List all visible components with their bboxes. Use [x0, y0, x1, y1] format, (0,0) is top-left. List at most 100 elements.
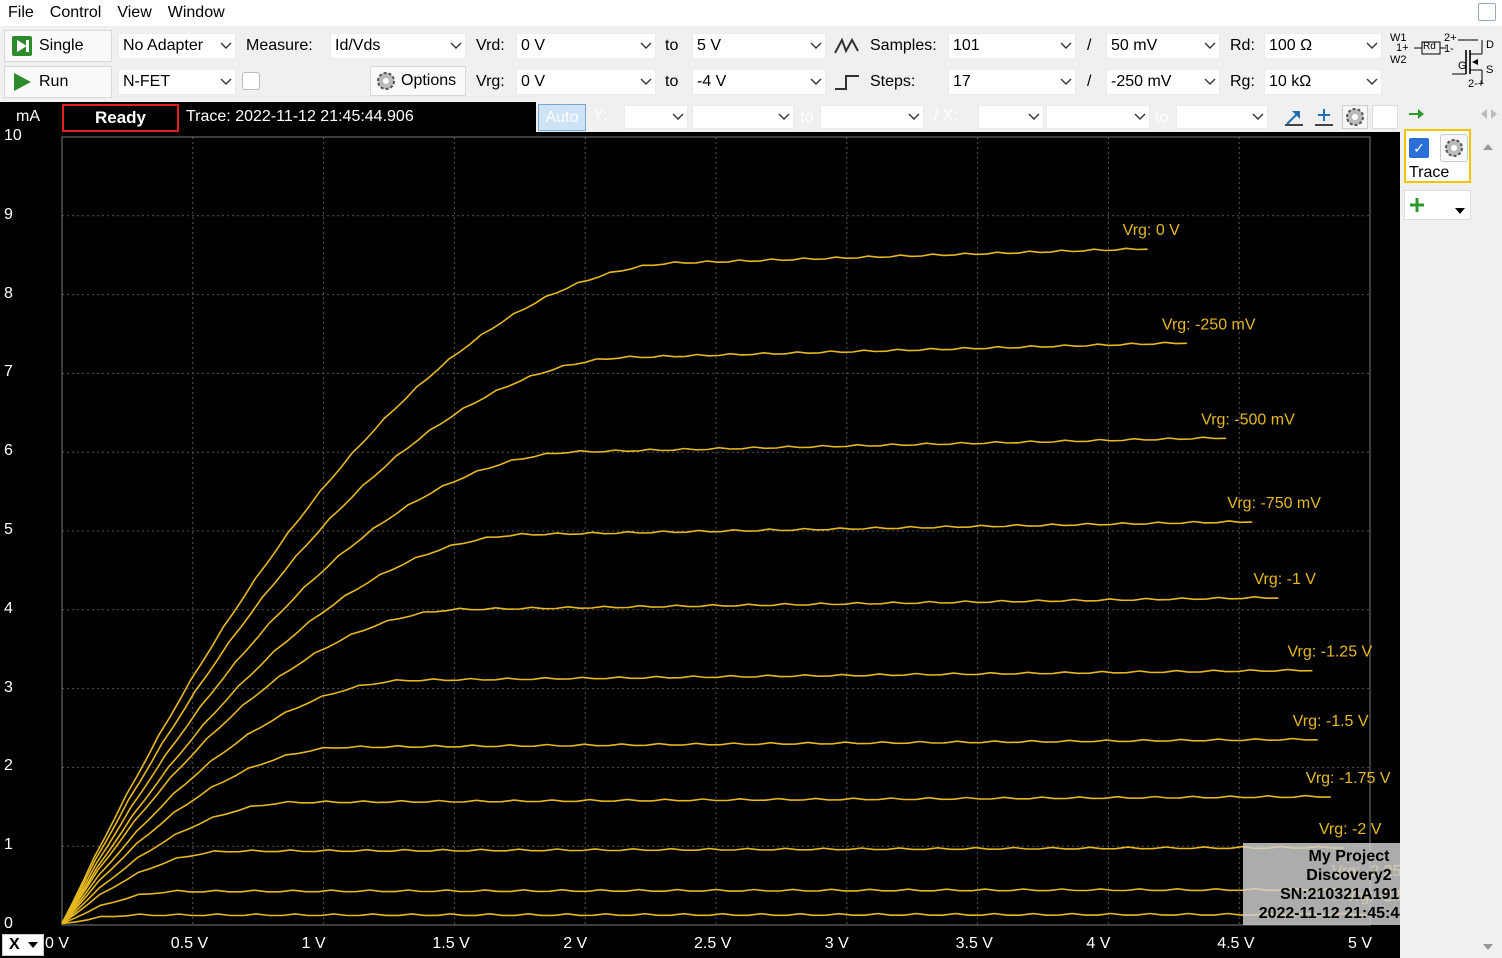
- steps-select[interactable]: 17: [948, 69, 1076, 95]
- series-label: Vrg: -1.5 V: [1293, 713, 1369, 730]
- x-axis-button[interactable]: X: [2, 934, 44, 956]
- trace-item[interactable]: ✓ Trace: [1404, 129, 1471, 183]
- plot-settings-gear-icon[interactable]: [1342, 105, 1368, 129]
- y-to-label: to: [800, 109, 814, 126]
- single-button[interactable]: Single: [4, 30, 112, 62]
- series-label: Vrg: -1.75 V: [1306, 770, 1391, 787]
- single-label: Single: [39, 37, 84, 54]
- chevron-down-icon: [1057, 78, 1075, 86]
- menu-view[interactable]: View: [109, 0, 159, 26]
- y-axis-label: Y:: [593, 107, 608, 124]
- samples-step-select[interactable]: 50 mV: [1106, 33, 1220, 59]
- sweep-ramp-icon: [834, 37, 860, 60]
- vrg-to-label: to: [665, 73, 679, 90]
- x-tick-label: 4.5 V: [1217, 935, 1255, 952]
- menu-control[interactable]: Control: [42, 0, 110, 26]
- rd-label: Rd:: [1230, 37, 1255, 54]
- series-label: Vrg: -750 mV: [1227, 495, 1321, 512]
- x-tick-label: 4 V: [1086, 935, 1111, 952]
- axis-controls: Auto Y: Id 0 A to 10 mA / X: Vds 0 V to …: [536, 102, 1400, 132]
- x-tick-label: 2.5 V: [694, 935, 732, 952]
- cursor-arrow-icon[interactable]: [1284, 107, 1304, 132]
- y-axis-toggle-button[interactable]: Y: [1372, 105, 1398, 129]
- series-label: Vrg: -250 mV: [1162, 316, 1256, 333]
- plot-area[interactable]: Vrg: 0 V Vrg: -250 mV Vrg: -500 mV Vrg: -75…: [0, 127, 1400, 932]
- chevron-down-icon: [637, 42, 655, 50]
- y-channel-select[interactable]: Id: [624, 105, 688, 129]
- series-label: Vrg: -500 mV: [1201, 411, 1295, 428]
- x-tick-label: 2 V: [563, 935, 588, 952]
- device-checkbox[interactable]: [242, 72, 260, 90]
- y-tick-label: 9: [4, 205, 13, 223]
- measure-select[interactable]: Id/Vds: [330, 33, 466, 59]
- y-tick-label: 0: [4, 915, 13, 932]
- chevron-down-icon: [905, 113, 923, 121]
- vrg-label: Vrg:: [476, 73, 505, 90]
- y-tick-label: 3: [4, 678, 13, 696]
- menu-bar: File Control View Window: [0, 0, 1502, 26]
- y-to-select[interactable]: 10 mA: [820, 105, 924, 129]
- chevron-down-icon: [1249, 113, 1267, 121]
- vrg-to-select[interactable]: -4 V: [692, 69, 826, 95]
- chevron-down-icon: [1363, 78, 1381, 86]
- x-tick-label: 0 V: [45, 935, 70, 952]
- y-from-select[interactable]: 0 A: [692, 105, 794, 129]
- auto-button[interactable]: Auto: [538, 104, 586, 131]
- y-tick-label: 8: [4, 284, 13, 302]
- x-from-select[interactable]: 0 V: [1046, 105, 1150, 129]
- x-tick-label: 3.5 V: [955, 935, 993, 952]
- series-label: Vrg: -1.25 V: [1287, 644, 1372, 661]
- series-line: [61, 247, 1148, 924]
- chevron-down-icon: [447, 42, 465, 50]
- adapter-select[interactable]: No Adapter: [118, 33, 236, 59]
- vrd-to-label: to: [665, 37, 679, 54]
- y-tick-label: 5: [4, 521, 13, 538]
- rg-select[interactable]: 10 kΩ: [1264, 69, 1382, 95]
- series-label: Vrg: -2 V: [1319, 821, 1382, 838]
- chart-svg: Vrg: 0 V Vrg: -250 mV Vrg: -500 mV Vrg: -75…: [61, 136, 1400, 926]
- x-axis: X 0 V 0.5 V 1 V 1.5 V 2 V 2.5 V 3 V 3.5 V 4 V 4.5…: [0, 932, 1400, 958]
- add-trace-button[interactable]: [1404, 190, 1471, 220]
- vrg-from-select[interactable]: 0 V: [516, 69, 656, 95]
- y-tick-label: 10: [4, 127, 22, 144]
- steps-step-select[interactable]: -250 mV: [1106, 69, 1220, 95]
- x-axis-label: / X:: [934, 107, 959, 124]
- run-label: Run: [39, 73, 69, 90]
- plot-header: mA Ready Trace: 2022-11-12 21:45:44.906 …: [0, 102, 1400, 132]
- arrow-right-icon[interactable]: [1408, 107, 1426, 126]
- chevron-down-icon: [1201, 42, 1219, 50]
- maximize-icon[interactable]: [1478, 3, 1496, 21]
- scroll-up-icon[interactable]: [1483, 138, 1493, 156]
- scroll-down-icon[interactable]: [1483, 938, 1493, 956]
- x-channel-select[interactable]: Vds: [978, 105, 1044, 129]
- menu-window[interactable]: Window: [160, 0, 233, 26]
- series-line: [61, 737, 1318, 924]
- samples-select[interactable]: 101: [948, 33, 1076, 59]
- x-to-select[interactable]: 5 V: [1176, 105, 1268, 129]
- samples-slash: /: [1087, 37, 1092, 54]
- fet-schematic-icon: W1 1+ W2 Rd 2+ 1- G D S 2-+: [1390, 32, 1494, 90]
- menu-file[interactable]: File: [0, 0, 42, 26]
- chevron-down-icon: [1201, 78, 1219, 86]
- chevron-down-icon: [1025, 113, 1043, 121]
- plus-icon: [1409, 197, 1425, 218]
- vrd-to-select[interactable]: 5 V: [692, 33, 826, 59]
- chevron-down-icon: [775, 113, 793, 121]
- vrd-from-select[interactable]: 0 V: [516, 33, 656, 59]
- run-button[interactable]: Run: [4, 66, 112, 98]
- y-tick-label: 6: [4, 442, 13, 460]
- x-to-label: to: [1155, 109, 1169, 126]
- trace-gear-icon[interactable]: [1440, 134, 1468, 162]
- chevron-down-icon: [807, 78, 825, 86]
- vertical-scrollbar[interactable]: [1478, 110, 1498, 956]
- samples-label: Samples:: [870, 37, 937, 54]
- series-line: [61, 794, 1331, 925]
- options-button[interactable]: Options: [370, 66, 466, 96]
- cursor-add-icon[interactable]: [1314, 107, 1334, 132]
- x-tick-label: 1 V: [301, 935, 326, 952]
- chevron-down-icon: [637, 78, 655, 86]
- rd-select[interactable]: 100 Ω: [1264, 33, 1382, 59]
- trace-timestamp: Trace: 2022-11-12 21:45:44.906: [186, 108, 414, 125]
- trace-checkbox[interactable]: ✓: [1409, 138, 1429, 158]
- device-select[interactable]: N-FET: [118, 69, 236, 95]
